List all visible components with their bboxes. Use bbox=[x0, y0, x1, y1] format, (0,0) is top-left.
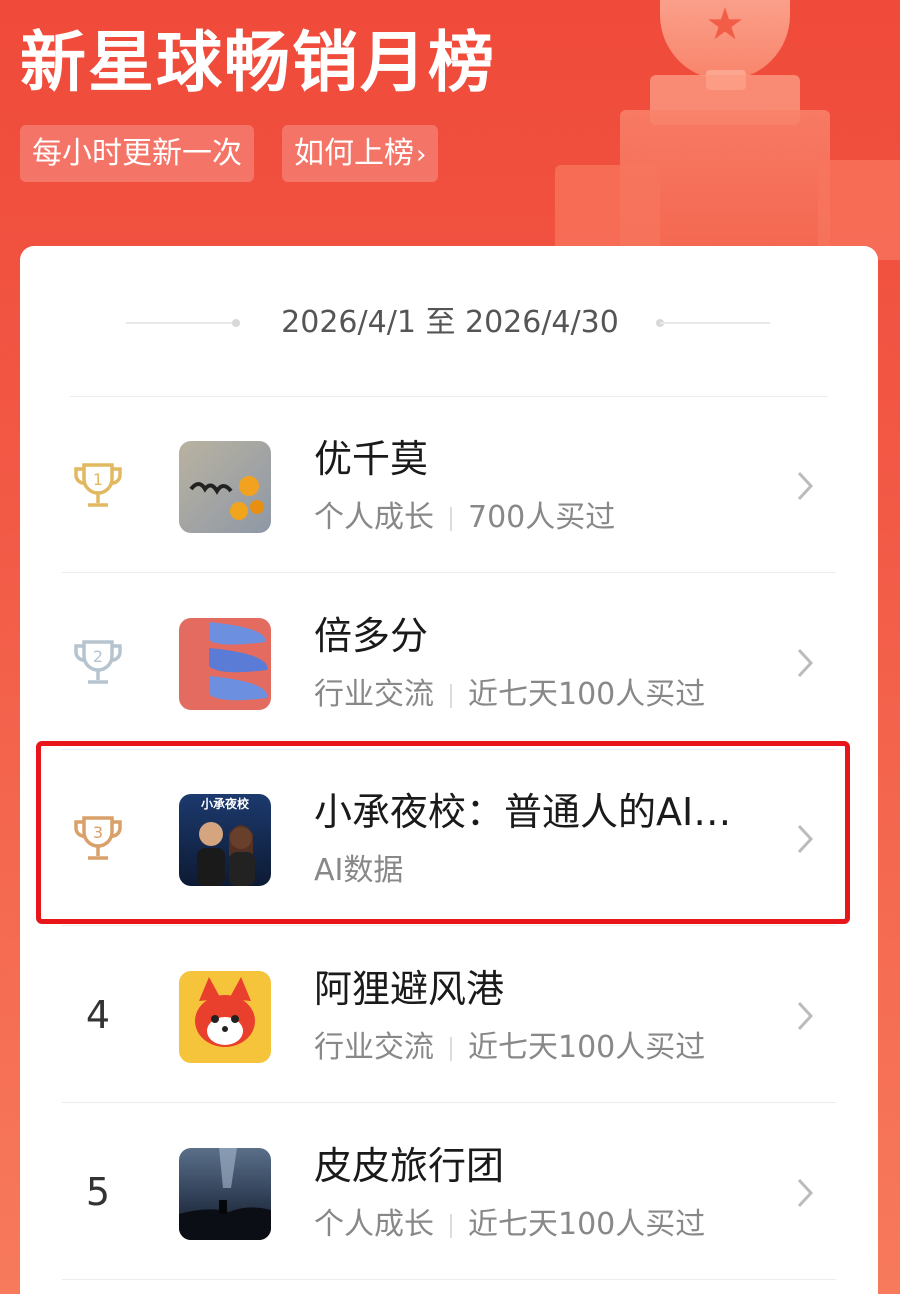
list-item[interactable]: 2 倍多分 行业交流 近七天100人买过 bbox=[20, 574, 878, 750]
svg-text:3: 3 bbox=[93, 823, 103, 842]
item-category: 行业交流 bbox=[314, 677, 434, 712]
silver-trophy-icon: 2 bbox=[74, 640, 122, 684]
divider bbox=[62, 572, 836, 573]
item-meta: 行业交流 近七天100人买过 bbox=[314, 1027, 705, 1069]
list-item[interactable]: 4 阿狸避风港 行业交流 近七天100人买过 bbox=[20, 927, 878, 1103]
chevron-right-icon bbox=[797, 1178, 814, 1208]
item-meta: 个人成长 700人买过 bbox=[314, 497, 615, 539]
item-thumbnail bbox=[179, 618, 271, 710]
page-title: 新星球畅销月榜 bbox=[20, 24, 496, 101]
divider bbox=[62, 1102, 836, 1103]
meta-divider bbox=[450, 1213, 452, 1238]
item-thumbnail: 小承夜校 bbox=[179, 794, 271, 886]
chevron-right-icon bbox=[797, 648, 814, 678]
divider bbox=[62, 1279, 836, 1280]
item-category: 行业交流 bbox=[314, 1030, 434, 1065]
item-name: 小承夜校：普通人的AI… bbox=[314, 790, 732, 834]
divider bbox=[126, 322, 234, 324]
item-meta: 行业交流 近七天100人买过 bbox=[314, 674, 705, 716]
rank-number: 5 bbox=[85, 1170, 111, 1214]
list-item[interactable]: 1 优千莫 个人成长 700人买过 bbox=[20, 397, 878, 573]
item-thumbnail bbox=[179, 971, 271, 1063]
gold-trophy-icon: 1 bbox=[74, 463, 122, 507]
date-range-text: 2026/4/1 至 2026/4/30 bbox=[281, 305, 619, 340]
chevron-right-icon bbox=[797, 471, 814, 501]
item-buyers: 近七天100人买过 bbox=[468, 677, 706, 712]
item-thumbnail bbox=[179, 441, 271, 533]
meta-divider bbox=[450, 683, 452, 708]
item-category: AI数据 bbox=[314, 853, 404, 888]
chevron-right-icon: › bbox=[416, 140, 427, 170]
rank-number: 4 bbox=[85, 993, 111, 1037]
list-item[interactable]: 3 小承夜校 小承夜校：普通人的AI… AI数据 bbox=[20, 750, 878, 926]
star-icon: ★ bbox=[705, 0, 745, 50]
divider-dot bbox=[232, 319, 240, 327]
svg-text:1: 1 bbox=[93, 470, 103, 489]
item-buyers: 近七天100人买过 bbox=[468, 1207, 706, 1242]
item-category: 个人成长 bbox=[314, 500, 434, 535]
chevron-right-icon bbox=[797, 824, 814, 854]
meta-divider bbox=[450, 506, 452, 531]
item-buyers: 近七天100人买过 bbox=[468, 1030, 706, 1065]
item-name: 倍多分 bbox=[314, 614, 429, 658]
item-meta: AI数据 bbox=[314, 850, 403, 892]
svg-text:小承夜校: 小承夜校 bbox=[201, 796, 250, 811]
bronze-trophy-icon: 3 bbox=[74, 816, 122, 860]
how-to-rank-link[interactable]: 如何上榜› bbox=[282, 125, 439, 182]
divider bbox=[660, 322, 770, 324]
meta-divider bbox=[450, 1036, 452, 1061]
svg-text:2: 2 bbox=[93, 647, 103, 666]
list-item[interactable]: 5 皮皮旅行团 个人成长 近七天100人买过 bbox=[20, 1104, 878, 1280]
item-name: 阿狸避风港 bbox=[314, 967, 505, 1011]
chevron-right-icon bbox=[797, 1001, 814, 1031]
cube-decoration bbox=[818, 160, 900, 260]
update-frequency-badge: 每小时更新一次 bbox=[20, 125, 254, 182]
page-header: ★ 新星球畅销月榜 每小时更新一次 如何上榜› bbox=[0, 0, 900, 260]
date-range: 2026/4/1 至 2026/4/30 bbox=[0, 300, 900, 346]
item-name: 皮皮旅行团 bbox=[314, 1144, 505, 1188]
item-meta: 个人成长 近七天100人买过 bbox=[314, 1204, 705, 1246]
how-to-rank-label: 如何上榜 bbox=[294, 136, 414, 171]
item-name: 优千莫 bbox=[314, 437, 429, 481]
divider bbox=[62, 925, 836, 926]
item-buyers: 700人买过 bbox=[468, 500, 616, 535]
item-thumbnail bbox=[179, 1148, 271, 1240]
item-category: 个人成长 bbox=[314, 1207, 434, 1242]
